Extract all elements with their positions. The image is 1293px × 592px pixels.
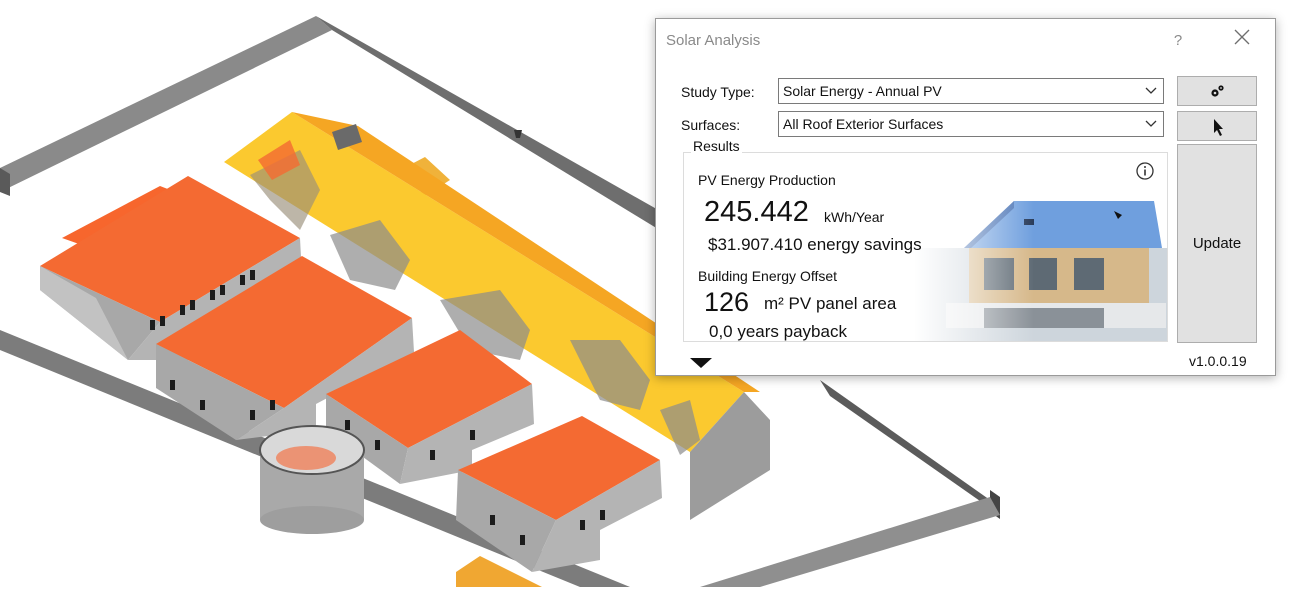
update-button[interactable]: Update — [1177, 144, 1257, 343]
solar-analysis-dialog: Solar Analysis ? Study Type: Solar Energ… — [655, 18, 1276, 376]
results-panel: PV Energy Production 245.442 kWh/Year $3… — [683, 152, 1168, 342]
cursor-icon — [1214, 119, 1223, 136]
surfaces-select[interactable]: All Roof Exterior Surfaces — [778, 111, 1164, 137]
gears-icon — [1211, 85, 1224, 97]
expand-arrow-icon[interactable] — [690, 357, 712, 369]
energy-value: 245.442 — [704, 196, 809, 228]
close-button[interactable] — [1226, 29, 1258, 53]
payback-text: 0,0 years payback — [709, 322, 847, 341]
area-unit: m² PV panel area — [764, 294, 897, 313]
area-value: 126 — [704, 287, 750, 317]
settings-button[interactable] — [1177, 76, 1257, 106]
pv-section-title: PV Energy Production — [698, 172, 836, 188]
energy-unit: kWh/Year — [824, 209, 885, 225]
title-bar: Solar Analysis ? — [656, 19, 1275, 63]
savings-text: $31.907.410 energy savings — [708, 235, 922, 254]
surfaces-value: All Roof Exterior Surfaces — [783, 116, 944, 132]
round-tank — [259, 425, 365, 534]
version-label: v1.0.0.19 — [1189, 353, 1247, 369]
dialog-title: Solar Analysis — [666, 32, 761, 49]
study-type-label: Study Type: — [681, 84, 755, 100]
pick-surfaces-button[interactable] — [1177, 111, 1257, 141]
study-type-select[interactable]: Solar Energy - Annual PV — [778, 78, 1164, 104]
results-label: Results — [691, 138, 742, 154]
chevron-down-icon — [1145, 87, 1157, 94]
info-icon[interactable] — [1135, 161, 1155, 181]
close-icon — [1234, 29, 1250, 45]
help-button[interactable]: ? — [1166, 29, 1190, 53]
chevron-down-icon — [1145, 120, 1157, 127]
surfaces-label: Surfaces: — [681, 117, 741, 133]
study-type-value: Solar Energy - Annual PV — [783, 83, 942, 99]
offset-section-title: Building Energy Offset — [698, 268, 838, 284]
